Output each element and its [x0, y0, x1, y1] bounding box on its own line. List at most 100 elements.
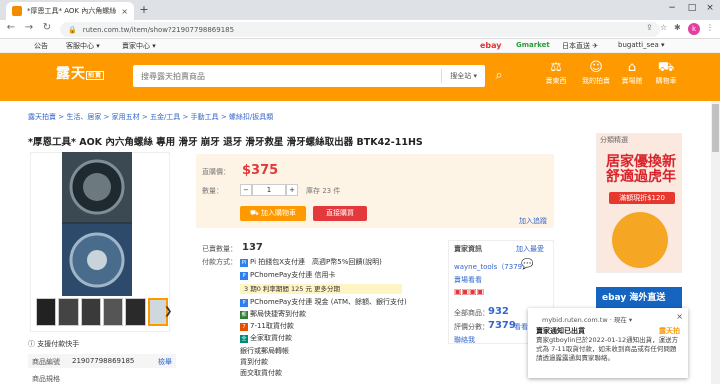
- new-tab-button[interactable]: +: [138, 4, 150, 16]
- add-favorite-link[interactable]: 加入最愛: [516, 244, 544, 254]
- profile-avatar[interactable]: k: [688, 23, 700, 35]
- chevron-right-icon[interactable]: ❯: [164, 306, 172, 317]
- thumbnail[interactable]: [102, 298, 124, 326]
- report-link[interactable]: 檢舉: [158, 357, 172, 367]
- contact-seller-link[interactable]: 聯絡我: [454, 335, 475, 345]
- qty-label: 數量：: [202, 187, 223, 195]
- topbar-link-service[interactable]: 客服中心 ▾: [66, 41, 100, 51]
- payment-item: 貨到付款: [240, 358, 268, 366]
- thumbnail[interactable]: [58, 298, 79, 326]
- logo-tag: 拍賣: [86, 70, 105, 80]
- rating-value[interactable]: 7379: [488, 320, 516, 331]
- close-window-button[interactable]: ×: [702, 3, 718, 13]
- nav-sell-label: 賣東西: [545, 77, 567, 85]
- payment-item: 銀行或郵局轉帳: [240, 347, 289, 355]
- site-topbar: 公告 客服中心 ▾ 賣家中心 ▾ ebay Gmarket 日本直送 ✈ bug…: [0, 39, 720, 53]
- post-icon: 郵: [240, 311, 248, 319]
- japan-direct-link[interactable]: 日本直送 ✈: [562, 41, 598, 51]
- gmarket-link[interactable]: Gmarket: [516, 41, 550, 49]
- notification-source: mybid.ruten.com.tw · 現在 ▾: [542, 316, 633, 324]
- payment-item: 面交取貨付款: [240, 369, 282, 377]
- ad-headline: 居家優換新 舒適過虎年: [606, 154, 676, 185]
- add-to-cart-button[interactable]: ⛟ 加入購物車: [240, 206, 306, 221]
- qty-minus-button[interactable]: −: [240, 184, 252, 196]
- nav-my-ruten[interactable]: ☺ 我的拍賣: [580, 60, 612, 86]
- back-arrow-icon[interactable]: ←: [4, 22, 18, 33]
- search-box: 搜全站 ▾: [133, 65, 485, 87]
- qty-input[interactable]: 1: [252, 184, 286, 196]
- favicon-icon: [12, 6, 22, 16]
- topbar-link-seller[interactable]: 賣家中心 ▾: [122, 41, 156, 51]
- page-title: *厚恩工具* AOK 內六角螺絲 專用 滑牙 崩牙 退牙 滑牙救星 滑牙螺絲取出…: [28, 137, 423, 148]
- thumbnail[interactable]: [80, 298, 101, 326]
- payment-item: Pi Pi 拍錢包X支付連 高週P幣5%回饋(說明): [240, 258, 382, 267]
- tiger-illustration: [612, 212, 668, 268]
- search-icon[interactable]: ⌕: [488, 65, 510, 87]
- extensions-icon[interactable]: ✱: [674, 23, 681, 32]
- ebay-link[interactable]: ebay: [480, 41, 502, 50]
- tab-close-icon[interactable]: ×: [121, 7, 128, 16]
- seller-store-link[interactable]: 賣場看看: [454, 275, 482, 285]
- nav-cart[interactable]: ⛟ 購物車: [650, 60, 682, 86]
- seller-name-link[interactable]: wayne_tools（7379）: [454, 262, 529, 272]
- share-icon[interactable]: ⇪: [646, 23, 653, 32]
- reload-icon[interactable]: ↻: [40, 22, 54, 33]
- payment-item: P PChomePay支付連 現金 (ATM、餘額、銀行支付): [240, 297, 407, 307]
- pi-wallet-icon: Pi: [240, 259, 248, 267]
- thumbnail[interactable]: [36, 298, 57, 326]
- star-icon[interactable]: ☆: [660, 23, 667, 32]
- ebay-banner[interactable]: ebay 海外直送: [596, 287, 682, 309]
- scrollbar-thumb[interactable]: [712, 104, 719, 152]
- close-icon[interactable]: ×: [676, 312, 683, 321]
- spec-label: 商品規格: [32, 375, 60, 383]
- qty-plus-button[interactable]: +: [286, 184, 298, 196]
- ad-coupon[interactable]: 滿額現折$120: [609, 192, 675, 204]
- ruten-logo[interactable]: 露天 拍賣: [56, 63, 105, 83]
- store-icon: ⌂: [627, 60, 637, 75]
- search-input[interactable]: [133, 71, 442, 81]
- notification-title: 賣家通知已出貨: [536, 327, 585, 335]
- seven-eleven-icon: 7: [240, 323, 248, 331]
- cart-icon: ⛟: [249, 209, 262, 217]
- payment-item: 7 7-11取貨付款: [240, 321, 294, 331]
- address-bar[interactable]: 🔒 ruten.com.tw/item/show?21907798869185: [60, 22, 660, 37]
- seller-badge-icon: ▣▣▣▣: [454, 287, 485, 296]
- chat-icon[interactable]: 💬: [521, 259, 533, 270]
- product-main-image[interactable]: [62, 152, 132, 296]
- cart-icon: ⛟: [657, 60, 675, 75]
- sold-value: 137: [242, 242, 263, 253]
- url-text: ruten.com.tw/item/show?21907798869185: [82, 25, 235, 34]
- quantity-stepper: − 1 +: [240, 184, 298, 196]
- minimize-button[interactable]: −: [664, 3, 680, 13]
- pay-label: 付款方式：: [202, 258, 237, 266]
- maximize-button[interactable]: □: [684, 3, 700, 13]
- price-value: $375: [242, 163, 279, 178]
- browser-tab[interactable]: *厚恩工具* AOK 內六角螺絲 專用 ×: [6, 2, 134, 20]
- item-no-value: 21907798869185: [72, 357, 135, 365]
- installment-banner[interactable]: 3 期0 利率期間 125 元 更多分期: [240, 284, 402, 294]
- nav-store[interactable]: ⌂ 賣場館: [616, 60, 648, 86]
- total-value[interactable]: 932: [488, 306, 509, 317]
- logo-text: 露天: [56, 66, 86, 82]
- support-payment-link[interactable]: ⓘ 支援付款快手: [28, 339, 79, 349]
- rating-label: 評價分數：: [454, 323, 489, 331]
- topbar-link-announce[interactable]: 公告: [34, 41, 48, 51]
- track-link[interactable]: 加入追蹤: [519, 216, 547, 226]
- menu-dots-icon[interactable]: ⋮: [706, 23, 714, 32]
- thumbnail[interactable]: [125, 298, 146, 326]
- nav-sell[interactable]: ⚖ 賣東西: [540, 60, 572, 86]
- pchome-icon: P: [240, 299, 248, 307]
- item-no-label: 商品編號: [32, 358, 60, 366]
- search-scope-select[interactable]: 搜全站 ▾: [441, 69, 485, 83]
- info-icon: ⓘ: [28, 340, 38, 348]
- push-notification[interactable]: mybid.ruten.com.tw · 現在 ▾ × 賣家通知已出貨 露天拍 …: [528, 308, 688, 378]
- user-account-menu[interactable]: bugatti_sea ▾: [618, 41, 665, 49]
- user-icon: ☺: [589, 60, 603, 75]
- buy-now-button[interactable]: 直接購買: [313, 206, 367, 221]
- price-label: 直購價：: [202, 168, 230, 176]
- breadcrumb[interactable]: 露天拍賣 > 生活、居家 > 家用五材 > 五金/工具 > 手動工具 > 螺絲扣…: [28, 112, 273, 122]
- notification-logo: 露天拍: [659, 327, 680, 335]
- familymart-icon: 全: [240, 335, 248, 343]
- payment-item: 郵郵局快捷寄到付款: [240, 310, 306, 319]
- forward-arrow-icon[interactable]: →: [22, 22, 36, 33]
